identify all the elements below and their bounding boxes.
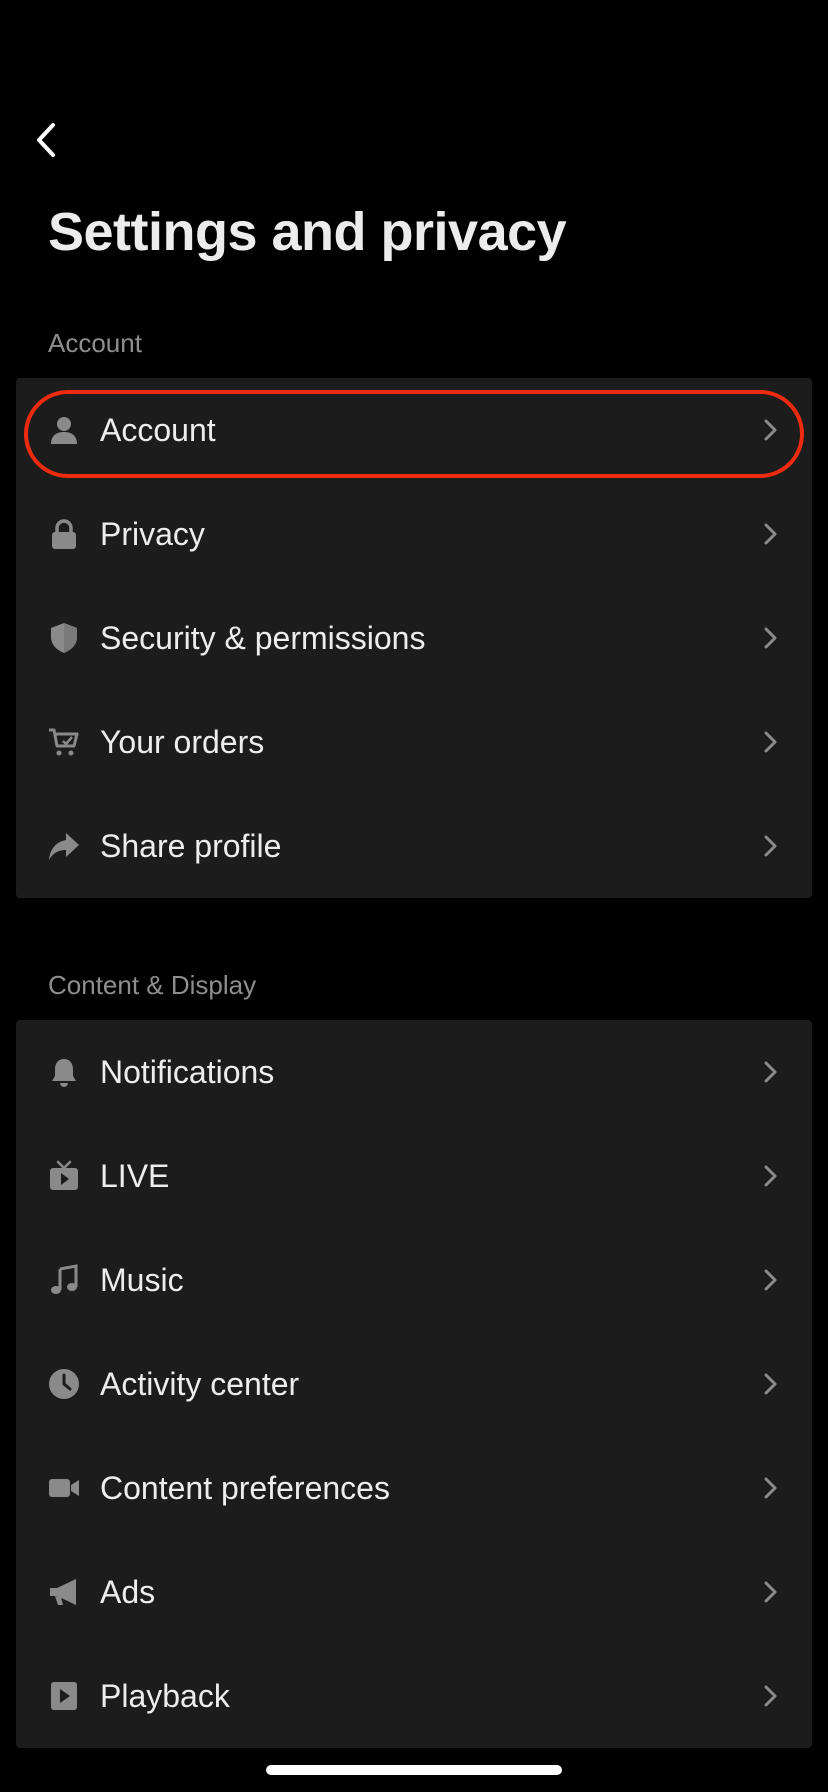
settings-item-playback[interactable]: Playback <box>16 1644 812 1748</box>
settings-item-label: LIVE <box>100 1157 170 1194</box>
settings-item-label: Music <box>100 1261 184 1298</box>
settings-item-share-profile[interactable]: Share profile <box>16 794 812 898</box>
settings-item-label: Account <box>100 411 216 448</box>
section-label-content-display: Content & Display <box>48 970 257 1000</box>
play-icon <box>48 1680 80 1712</box>
settings-item-content-preferences[interactable]: Content preferences <box>16 1436 812 1540</box>
clock-icon <box>48 1368 80 1400</box>
settings-item-label: Content preferences <box>100 1469 390 1506</box>
back-button[interactable] <box>26 116 66 164</box>
chevron-right-icon <box>764 1477 777 1499</box>
share-icon <box>48 830 80 862</box>
settings-item-label: Your orders <box>100 723 265 760</box>
settings-item-label: Playback <box>100 1677 230 1714</box>
account-settings-group: Account Privacy Security & permissions Y… <box>16 378 812 898</box>
chevron-right-icon <box>764 835 777 857</box>
chevron-left-icon <box>37 123 55 157</box>
settings-item-label: Activity center <box>100 1365 300 1402</box>
settings-item-ads[interactable]: Ads <box>16 1540 812 1644</box>
chevron-right-icon <box>764 1269 777 1291</box>
music-note-icon <box>48 1264 80 1296</box>
content-display-group: Notifications LIVE Music Activity center… <box>16 1020 812 1748</box>
chevron-right-icon <box>764 1061 777 1083</box>
shield-icon <box>48 622 80 654</box>
settings-item-activity-center[interactable]: Activity center <box>16 1332 812 1436</box>
settings-item-account[interactable]: Account <box>16 378 812 482</box>
settings-item-label: Notifications <box>100 1053 275 1090</box>
settings-item-label: Privacy <box>100 515 205 552</box>
section-label-account: Account <box>48 328 142 358</box>
chevron-right-icon <box>764 1581 777 1603</box>
home-indicator <box>266 1765 562 1775</box>
chevron-right-icon <box>764 419 777 441</box>
tv-icon <box>48 1160 80 1192</box>
settings-item-live[interactable]: LIVE <box>16 1124 812 1228</box>
person-icon <box>48 414 80 446</box>
chevron-right-icon <box>764 523 777 545</box>
megaphone-icon <box>48 1576 80 1608</box>
cart-icon <box>48 726 80 758</box>
video-camera-icon <box>48 1472 80 1504</box>
chevron-right-icon <box>764 1685 777 1707</box>
settings-item-privacy[interactable]: Privacy <box>16 482 812 586</box>
page-title: Settings and privacy <box>48 202 567 262</box>
settings-item-label: Share profile <box>100 827 282 864</box>
bell-icon <box>48 1056 80 1088</box>
settings-item-label: Security & permissions <box>100 619 426 656</box>
settings-item-your-orders[interactable]: Your orders <box>16 690 812 794</box>
settings-item-music[interactable]: Music <box>16 1228 812 1332</box>
settings-item-notifications[interactable]: Notifications <box>16 1020 812 1124</box>
chevron-right-icon <box>764 1165 777 1187</box>
settings-item-security-permissions[interactable]: Security & permissions <box>16 586 812 690</box>
chevron-right-icon <box>764 1373 777 1395</box>
chevron-right-icon <box>764 627 777 649</box>
settings-item-label: Ads <box>100 1573 156 1610</box>
chevron-right-icon <box>764 731 777 753</box>
lock-icon <box>48 518 80 550</box>
